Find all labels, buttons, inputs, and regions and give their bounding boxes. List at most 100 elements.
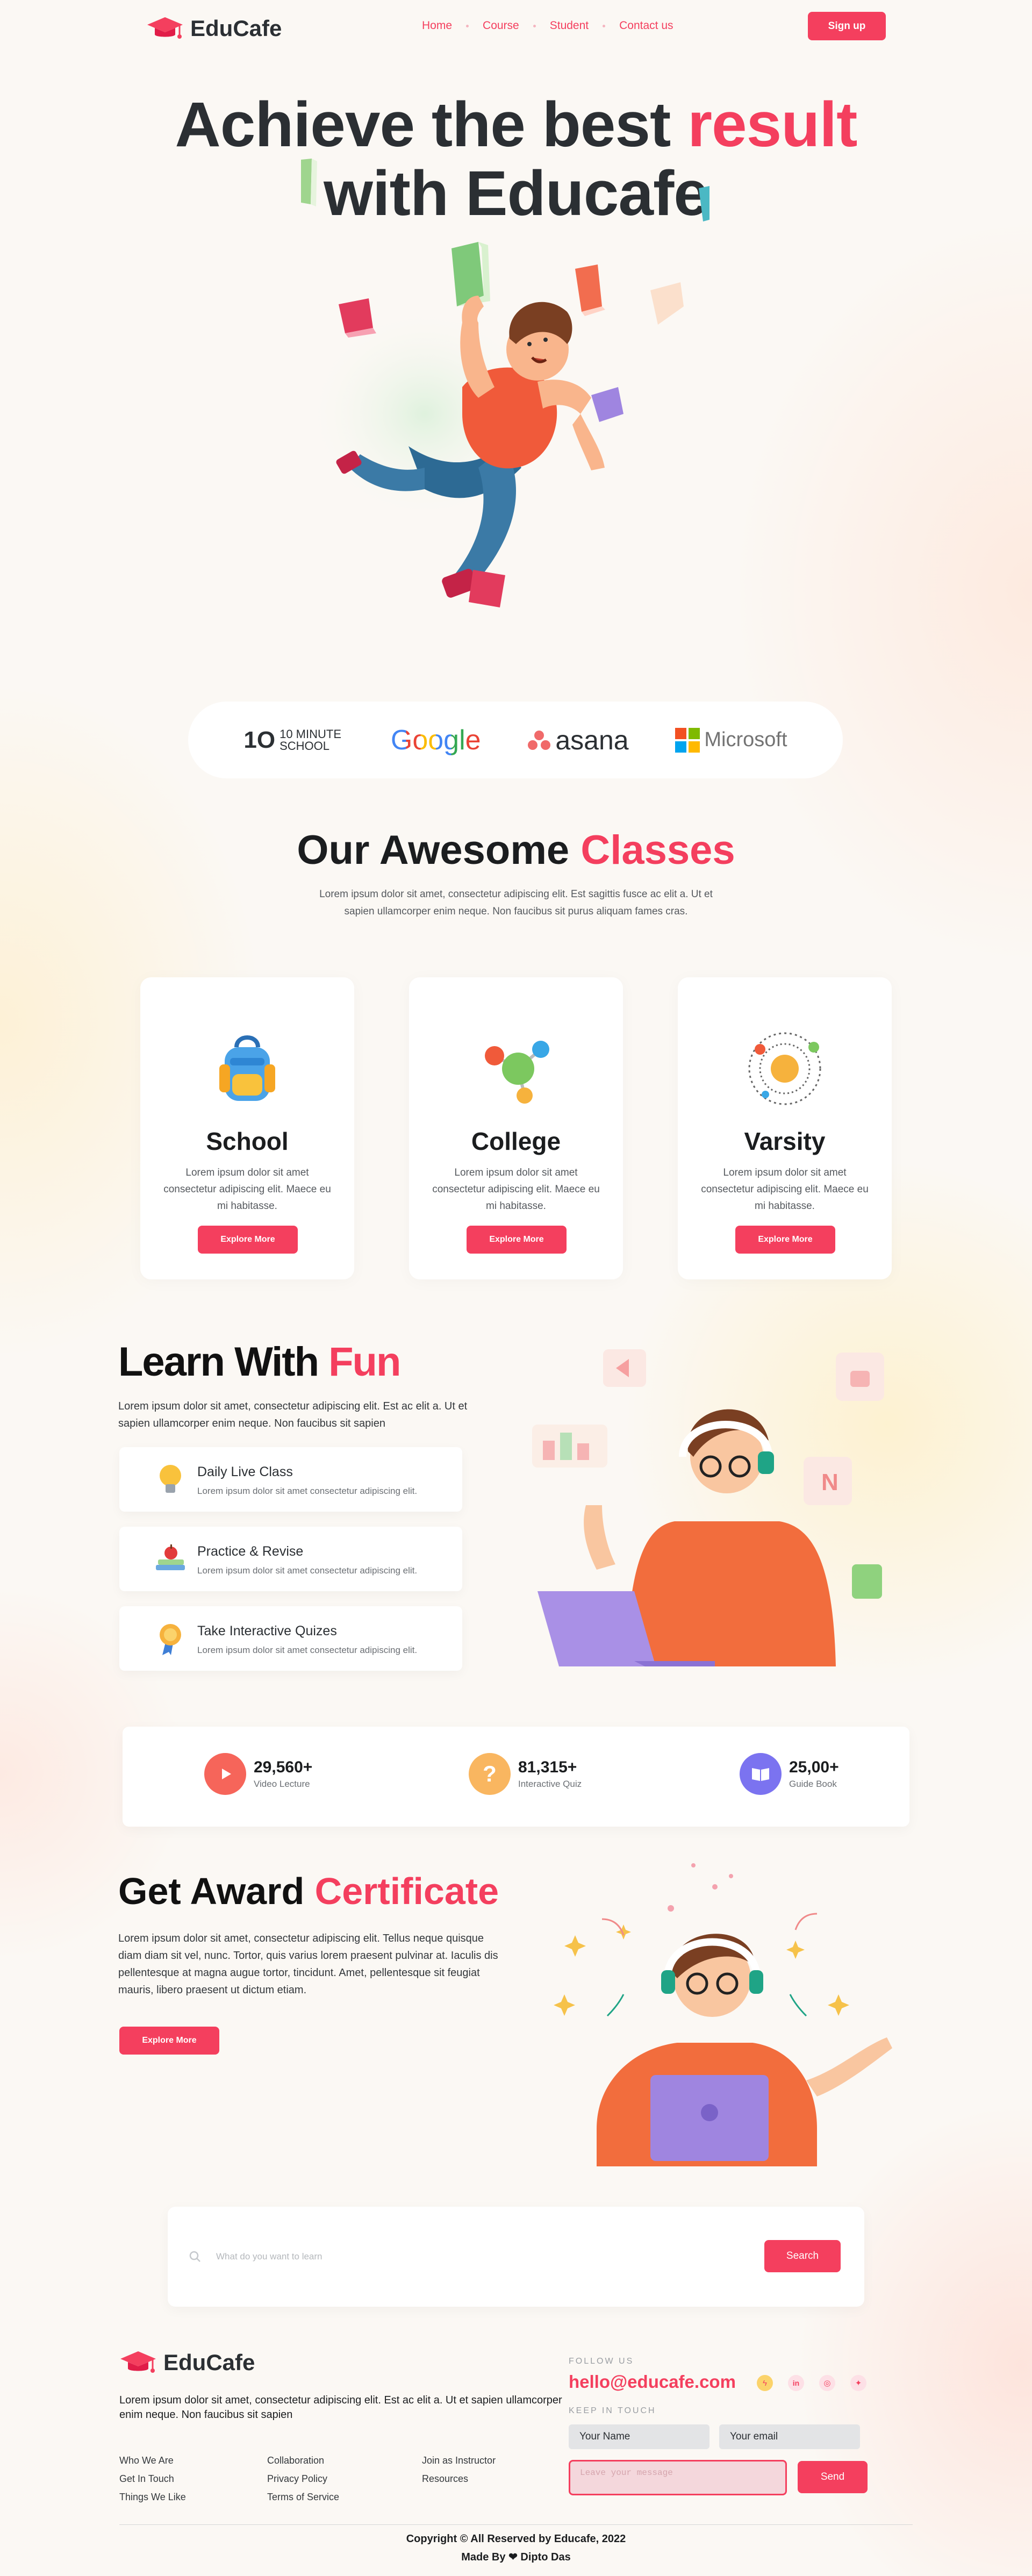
search-input[interactable] <box>216 2244 754 2269</box>
partner-logos: 1O 10 MINUTE SCHOOL Google asana Microso… <box>188 702 843 778</box>
class-card-text: Lorem ipsum dolor sit amet consectetur a… <box>432 1167 600 1212</box>
footer-logo[interactable]: EduCafe <box>119 2349 255 2376</box>
partner-microsoft-label: Microsoft <box>704 728 787 751</box>
learn-title-highlight: Fun <box>328 1339 401 1385</box>
graduation-cap-icon <box>120 2351 156 2373</box>
footer-link-who-we-are[interactable]: Who We Are <box>119 2451 186 2470</box>
footer-link-join-instructor[interactable]: Join as Instructor <box>422 2451 496 2470</box>
flash-icon[interactable]: ϟ <box>757 2375 773 2391</box>
search-button[interactable]: Search <box>764 2240 841 2272</box>
award-title-highlight: Certificate <box>314 1870 499 1912</box>
footer-link-collaboration[interactable]: Collaboration <box>267 2451 339 2470</box>
navbar: EduCafe Home Course Student Contact us S… <box>0 0 1032 54</box>
molecule-icon <box>485 1041 549 1104</box>
nav-link-student[interactable]: Student <box>550 19 589 32</box>
made-by-name: Dipto Das <box>520 2551 571 2563</box>
email-field[interactable] <box>719 2424 860 2449</box>
search-icon <box>189 2251 200 2262</box>
learn-title-part1: Learn With <box>118 1339 329 1385</box>
partner-google-label: Google <box>390 724 481 756</box>
classes-title-part1: Our Awesome <box>297 827 581 873</box>
linkedin-icon[interactable]: in <box>788 2375 804 2391</box>
svg-text:N: N <box>821 1469 838 1495</box>
explore-more-button[interactable]: Explore More <box>735 1226 835 1254</box>
class-card-title: Varsity <box>744 1127 826 1155</box>
logo[interactable]: EduCafe <box>146 15 282 42</box>
nav-link-home[interactable]: Home <box>422 19 452 32</box>
classes-subtitle: Lorem ipsum dolor sit amet, consectetur … <box>319 889 713 917</box>
footer-link-get-in-touch[interactable]: Get In Touch <box>119 2470 186 2488</box>
feature-daily-live-class[interactable]: Daily Live Class Lorem ipsum dolor sit a… <box>119 1447 462 1512</box>
stats-bar: 29,560+ Video Lecture ? 81,315+ Interactiv… <box>123 1727 909 1827</box>
feature-title: Practice & Revise <box>197 1544 304 1559</box>
class-card-text: Lorem ipsum dolor sit amet consectetur a… <box>163 1167 331 1212</box>
award-title: Get Award Certificate <box>118 1870 499 1913</box>
stat-label: Guide Book <box>789 1779 837 1789</box>
nav-link-contact[interactable]: Contact us <box>619 19 673 32</box>
name-field[interactable] <box>569 2424 710 2449</box>
stat-guide-book: 25,00+ Guide Book <box>740 1753 839 1795</box>
heart-icon: ❤ <box>508 2551 518 2563</box>
nav-link-course[interactable]: Course <box>483 19 519 32</box>
nav-separator <box>466 25 469 27</box>
award-text: Lorem ipsum dolor sit amet, consectetur … <box>118 1933 498 1996</box>
social-links: ϟ in ◎ ✦ <box>757 2375 866 2391</box>
logo-text: EduCafe <box>190 16 282 41</box>
question-icon: ? <box>469 1753 511 1795</box>
award-explore-button[interactable]: Explore More <box>119 2027 219 2055</box>
stat-value: 29,560+ <box>254 1758 313 1776</box>
copyright-text: Copyright © All Reserved by Educafe, 202… <box>406 2533 626 2545</box>
footer-divider <box>119 2524 913 2525</box>
message-field[interactable] <box>569 2460 787 2495</box>
book-icon <box>301 159 317 206</box>
stat-label: Video Lecture <box>254 1779 310 1789</box>
contact-email[interactable]: hello@educafe.com <box>569 2372 736 2392</box>
feature-practice-revise[interactable]: Practice & Revise Lorem ipsum dolor sit … <box>119 1527 462 1591</box>
award-title-part1: Get Award <box>118 1870 315 1912</box>
footer-link-things-we-like[interactable]: Things We Like <box>119 2488 186 2506</box>
follow-label: FOLLOW US <box>569 2357 634 2366</box>
footer-link-privacy-policy[interactable]: Privacy Policy <box>267 2470 339 2488</box>
asana-dots-icon <box>528 730 551 750</box>
hero-illustration <box>301 159 710 607</box>
explore-more-button[interactable]: Explore More <box>467 1226 567 1254</box>
footer-link-terms[interactable]: Terms of Service <box>267 2488 339 2506</box>
class-card-title: School <box>206 1127 289 1155</box>
dribbble-icon[interactable]: ◎ <box>819 2375 835 2391</box>
learn-title: Learn With Fun <box>118 1339 401 1385</box>
signup-button[interactable]: Sign up <box>808 12 886 40</box>
explore-more-button[interactable]: Explore More <box>198 1226 298 1254</box>
keep-in-touch-label: KEEP IN TOUCH <box>569 2406 656 2415</box>
classes-title-highlight: Classes <box>580 827 735 873</box>
twitter-icon[interactable]: ✦ <box>850 2375 866 2391</box>
book-icon <box>740 1753 782 1795</box>
footer-logo-text: EduCafe <box>163 2350 255 2375</box>
nav-links: Home Course Student Contact us <box>422 19 673 32</box>
stat-interactive-quiz: ? 81,315+ Interactive Quiz <box>469 1753 582 1795</box>
stat-value: 25,00+ <box>789 1758 839 1776</box>
feature-text: Lorem ipsum dolor sit amet consectetur a… <box>197 1565 418 1576</box>
books-apple-icon <box>156 1544 185 1570</box>
footer-about: Lorem ipsum dolor sit amet, consectetur … <box>119 2394 562 2421</box>
play-icon <box>204 1753 246 1795</box>
partner-asana: asana <box>527 725 629 756</box>
partner-asana-label: asana <box>555 725 629 755</box>
lightbulb-icon <box>160 1465 181 1493</box>
ten-minute-logo-icon: 1O <box>243 726 276 753</box>
classes-title: Our Awesome Classes <box>0 827 1032 874</box>
award-illustration <box>554 1863 892 2166</box>
medal-icon <box>160 1624 181 1655</box>
graduation-cap-icon <box>147 17 183 39</box>
partner-microsoft: Microsoft <box>675 727 787 753</box>
footer-links-col1: Who We Are Get In Touch Things We Like <box>119 2451 186 2506</box>
nav-separator <box>533 25 536 27</box>
stat-value: 81,315+ <box>518 1758 577 1776</box>
learn-subtitle: Lorem ipsum dolor sit amet, consectetur … <box>118 1400 468 1429</box>
feature-interactive-quizes[interactable]: Take Interactive Quizes Lorem ipsum dolo… <box>119 1606 462 1671</box>
stat-label: Interactive Quiz <box>518 1779 582 1789</box>
made-by: Made By ❤ Dipto Das <box>0 2550 1032 2564</box>
class-card-varsity: Varsity Lorem ipsum dolor sit amet conse… <box>678 977 892 1279</box>
footer-link-resources[interactable]: Resources <box>422 2470 496 2488</box>
partner-10minuteschool: 1O 10 MINUTE SCHOOL <box>243 727 344 754</box>
send-button[interactable]: Send <box>798 2461 868 2493</box>
